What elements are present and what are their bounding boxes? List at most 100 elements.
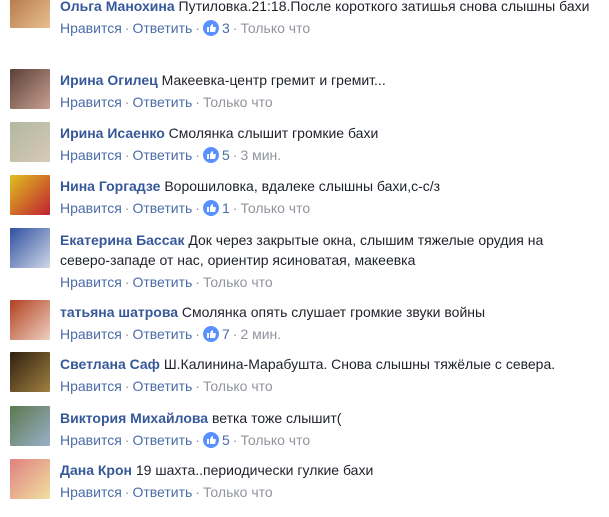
avatar[interactable]: [10, 228, 50, 268]
like-count: 5: [221, 147, 230, 163]
reply-link[interactable]: Ответить: [132, 20, 192, 36]
comment-timestamp[interactable]: 3 мин.: [240, 147, 281, 163]
avatar[interactable]: [10, 69, 50, 109]
thumbs-up-icon: [202, 200, 219, 216]
thumbs-up-icon: [202, 326, 219, 342]
comment-actions: Нравится · Ответить · 5 · 3 мин.: [60, 146, 597, 164]
comment-author[interactable]: Ольга Манохина: [60, 0, 175, 14]
like-link[interactable]: Нравится: [60, 20, 122, 36]
separator-dot: ·: [124, 326, 130, 342]
thumbs-up-icon: [202, 20, 219, 36]
reply-link[interactable]: Ответить: [132, 432, 192, 448]
like-link[interactable]: Нравится: [60, 432, 122, 448]
separator-dot: ·: [124, 200, 130, 216]
like-link[interactable]: Нравится: [60, 378, 122, 394]
like-link[interactable]: Нравится: [60, 326, 122, 342]
comment-timestamp[interactable]: Только что: [203, 378, 273, 394]
comment-text: Смолянка опять слушает громкие звуки вой…: [181, 304, 486, 320]
separator-dot: ·: [195, 432, 200, 448]
separator-dot: ·: [124, 484, 130, 500]
thumbs-up-icon: [202, 432, 219, 448]
separator-dot: ·: [195, 484, 200, 500]
comment-timestamp[interactable]: Только что: [240, 200, 310, 216]
comment-timestamp[interactable]: Только что: [240, 20, 310, 36]
separator-dot: ·: [124, 274, 130, 290]
like-link[interactable]: Нравится: [60, 274, 122, 290]
reply-link[interactable]: Ответить: [132, 200, 192, 216]
comment-actions: Нравится · Ответить · 3 · Только что: [60, 19, 597, 37]
reply-link[interactable]: Ответить: [132, 94, 192, 110]
comment-author[interactable]: Нина Горгадзе: [60, 178, 160, 194]
comment-author[interactable]: Дана Крон: [60, 462, 132, 478]
separator-dot: ·: [195, 147, 200, 163]
separator-dot: ·: [232, 432, 238, 448]
comment-actions: Нравится · Ответить · 1 · Только что: [60, 199, 597, 217]
reply-link[interactable]: Ответить: [132, 326, 192, 342]
like-link[interactable]: Нравится: [60, 94, 122, 110]
separator-dot: ·: [232, 326, 238, 342]
reply-link[interactable]: Ответить: [132, 274, 192, 290]
comment-author[interactable]: Ирина Исаенко: [60, 125, 165, 141]
avatar[interactable]: [10, 122, 50, 162]
comment-text: Смолянка слышит громкие бахи: [168, 125, 379, 141]
comment-actions: Нравится · Ответить · Только что: [60, 273, 597, 291]
separator-dot: ·: [124, 20, 130, 36]
comment-timestamp[interactable]: Только что: [203, 274, 273, 290]
like-count-button[interactable]: 1: [202, 199, 230, 217]
like-link[interactable]: Нравится: [60, 484, 122, 500]
comment-actions: Нравится · Ответить · Только что: [60, 93, 597, 111]
like-count: 1: [221, 200, 230, 216]
avatar[interactable]: [10, 175, 50, 215]
separator-dot: ·: [195, 274, 200, 290]
reply-link[interactable]: Ответить: [132, 484, 192, 500]
comment-text: Макеевка-центр гремит и гремит...: [161, 72, 386, 88]
like-count: 5: [221, 432, 230, 448]
comment-actions: Нравится · Ответить · Только что: [60, 483, 597, 501]
comment-text: Ворошиловка, вдалеке слышны бахи,с-с/з: [164, 178, 441, 194]
comment-text: Путиловка.21:18.После короткого затишья …: [178, 0, 590, 14]
separator-dot: ·: [195, 378, 200, 394]
avatar[interactable]: [10, 300, 50, 340]
separator-dot: ·: [195, 326, 200, 342]
separator-dot: ·: [232, 200, 238, 216]
thumbs-up-icon: [202, 147, 219, 163]
avatar[interactable]: [10, 459, 50, 499]
comment-timestamp[interactable]: Только что: [240, 432, 310, 448]
comment-timestamp[interactable]: Только что: [203, 94, 273, 110]
comment-text: Ш.Калинина-Марабушта. Снова слышны тяжёл…: [163, 356, 556, 372]
separator-dot: ·: [232, 147, 238, 163]
comment-actions: Нравится · Ответить · Только что: [60, 377, 597, 395]
like-count: 7: [221, 326, 230, 342]
avatar[interactable]: [10, 406, 50, 446]
separator-dot: ·: [124, 147, 130, 163]
like-count-button[interactable]: 7: [202, 325, 230, 343]
comment-timestamp[interactable]: Только что: [203, 484, 273, 500]
comment-text: 19 шахта..периодически гулкие бахи: [135, 462, 374, 478]
comment-author[interactable]: Ирина Огилец: [60, 72, 158, 88]
separator-dot: ·: [124, 432, 130, 448]
avatar[interactable]: [10, 0, 50, 28]
comment-timestamp[interactable]: 2 мин.: [240, 326, 281, 342]
separator-dot: ·: [195, 94, 200, 110]
comment-actions: Нравится · Ответить · 5 · Только что: [60, 431, 597, 449]
like-count-button[interactable]: 5: [202, 146, 230, 164]
separator-dot: ·: [195, 20, 200, 36]
reply-link[interactable]: Ответить: [132, 147, 192, 163]
separator-dot: ·: [124, 94, 130, 110]
separator-dot: ·: [232, 20, 238, 36]
reply-link[interactable]: Ответить: [132, 378, 192, 394]
separator-dot: ·: [195, 200, 200, 216]
like-count-button[interactable]: 5: [202, 431, 230, 449]
like-count: 3: [221, 20, 230, 36]
comment-text: ветка тоже слышит(: [211, 410, 342, 426]
separator-dot: ·: [124, 378, 130, 394]
like-count-button[interactable]: 3: [202, 19, 230, 37]
comment-author[interactable]: Виктория Михайлова: [60, 410, 208, 426]
avatar[interactable]: [10, 352, 50, 392]
comment-actions: Нравится · Ответить · 7 · 2 мин.: [60, 325, 597, 343]
comment-author[interactable]: татьяна шатрова: [60, 304, 178, 320]
like-link[interactable]: Нравится: [60, 147, 122, 163]
comment-author[interactable]: Светлана Саф: [60, 356, 160, 372]
like-link[interactable]: Нравится: [60, 200, 122, 216]
comment-author[interactable]: Екатерина Бассак: [60, 232, 184, 248]
